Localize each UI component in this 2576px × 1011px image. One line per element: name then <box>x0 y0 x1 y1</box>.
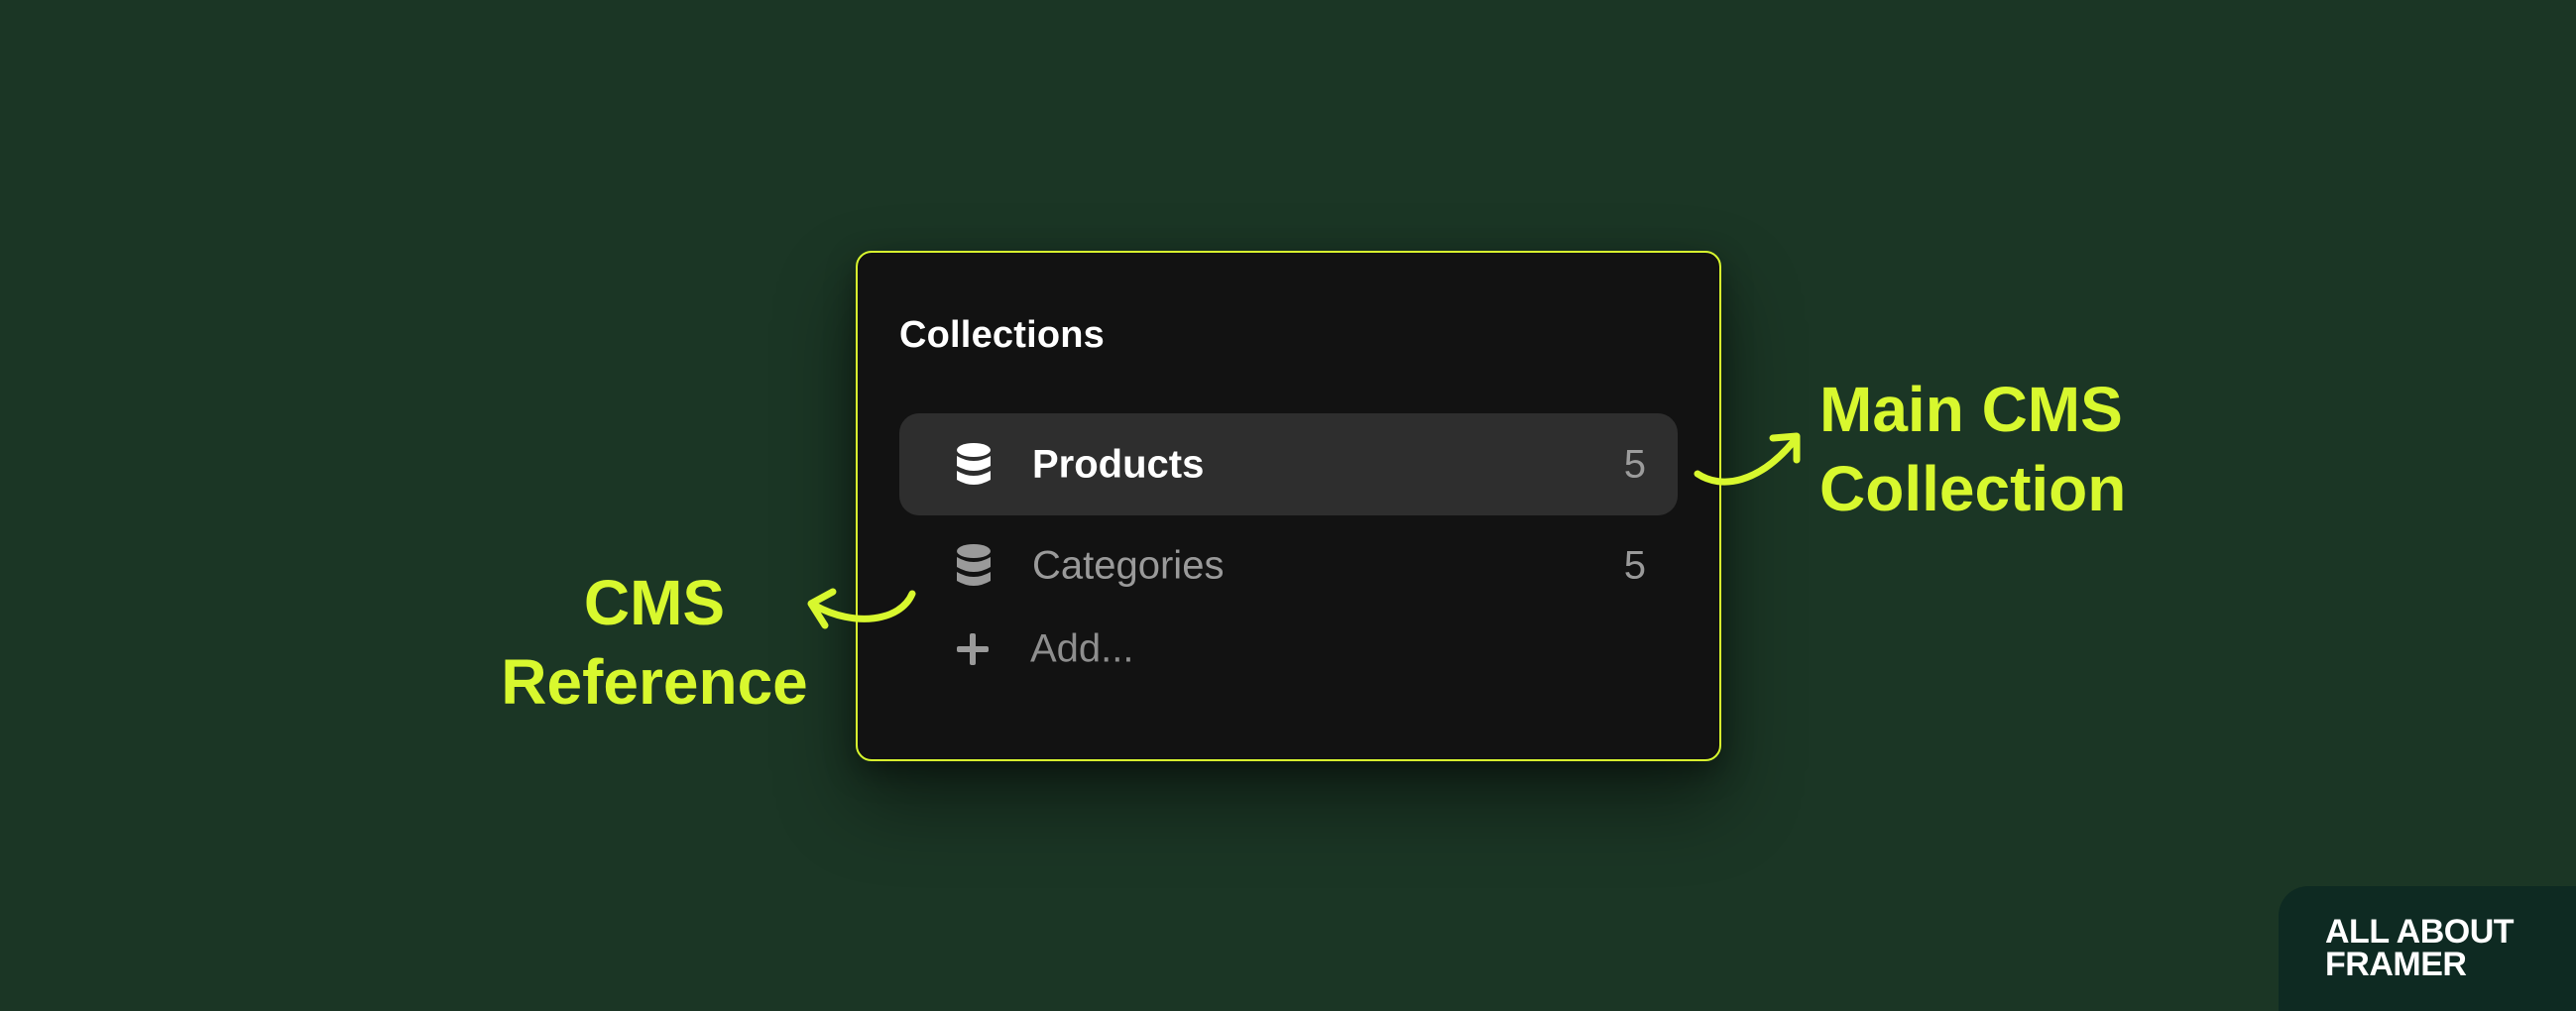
arrow-right-icon <box>1694 432 1801 486</box>
collections-panel: Collections Products 5 Categories 5 Add.… <box>856 251 1721 761</box>
annotation-cms-reference: CMS Reference <box>496 563 813 722</box>
collection-count: 5 <box>1623 442 1646 486</box>
collection-item-products[interactable]: Products 5 <box>899 413 1678 515</box>
brand-logo: ALL ABOUT FRAMER <box>2325 913 2515 983</box>
collection-label: Products <box>1032 442 1205 486</box>
brand-line: ALL ABOUT <box>2325 913 2515 951</box>
plus-icon <box>957 633 989 665</box>
brand-badge: ALL ABOUT FRAMER <box>2279 886 2576 1011</box>
database-icon <box>957 442 991 485</box>
annotation-line: CMS <box>583 567 726 638</box>
annotation-main-cms-collection: Main CMS Collection <box>1819 370 2137 528</box>
arrow-left-icon <box>807 588 916 629</box>
collection-item-categories[interactable]: Categories 5 <box>899 514 1678 617</box>
collection-count: 5 <box>1623 543 1646 587</box>
annotation-line: Main CMS <box>1819 374 2123 445</box>
annotation-line: Reference <box>501 646 808 718</box>
add-collection-label: Add... <box>1030 626 1134 671</box>
brand-line: FRAMER <box>2325 946 2467 983</box>
panel-title: Collections <box>899 314 1106 356</box>
add-collection-button[interactable]: Add... <box>899 610 1678 689</box>
collection-label: Categories <box>1032 543 1225 587</box>
database-icon <box>957 543 991 586</box>
annotation-line: Collection <box>1819 453 2127 524</box>
